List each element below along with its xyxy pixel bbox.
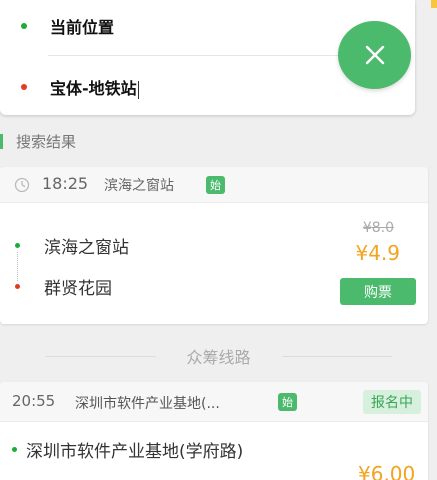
- current-price: ¥4.9: [355, 241, 400, 265]
- departure-time: 18:25: [42, 174, 89, 193]
- crowd-heading-text: 众筹线路: [180, 344, 257, 368]
- from-stop: 滨海之窗站: [44, 238, 129, 258]
- original-price: ¥8.0: [362, 220, 394, 236]
- buy-ticket-button[interactable]: 购票: [340, 278, 416, 305]
- to-stop-dot: [15, 284, 20, 289]
- close-icon: [365, 45, 384, 65]
- route-to-input[interactable]: 宝体-地铁站: [50, 75, 139, 99]
- route-to-text: 宝体-地铁站: [50, 79, 137, 98]
- from-dot: [21, 23, 27, 29]
- clock-icon: [14, 177, 30, 193]
- crowd-card-header: 20:55 深圳市软件产业基地(... 始 报名中: [0, 382, 428, 422]
- crowd-from-dot: [12, 447, 17, 452]
- crowd-departure-station: 深圳市软件产业基地(...: [75, 396, 220, 412]
- route-from-text: 当前位置: [50, 18, 115, 37]
- crowd-departure-time: 20:55: [12, 392, 56, 410]
- result-card-header: 18:25 滨海之窗站 始: [0, 167, 428, 203]
- result-card[interactable]: 18:25 滨海之窗站 始 滨海之窗站 群贤花园 ¥8.0 ¥4.9 购票: [0, 167, 428, 324]
- departure-station: 滨海之窗站: [104, 178, 174, 194]
- text-caret: [137, 80, 139, 99]
- crowd-start-tag: 始: [278, 393, 297, 411]
- scroll-indicator: [431, 0, 437, 8]
- crowd-heading: 众筹线路: [0, 344, 437, 368]
- enroll-status-badge: 报名中: [363, 390, 421, 414]
- stop-connector: [17, 252, 18, 281]
- start-tag: 始: [206, 176, 225, 194]
- to-stop: 群贤花园: [44, 279, 112, 299]
- to-dot: [21, 84, 27, 90]
- crowd-from-stop: 深圳市软件产业基地(学府路): [26, 442, 244, 462]
- crowd-card[interactable]: 20:55 深圳市软件产业基地(... 始 报名中 深圳市软件产业基地(学府路)…: [0, 382, 428, 480]
- close-button[interactable]: [338, 21, 411, 89]
- from-stop-dot: [15, 243, 20, 248]
- section-title: 搜索结果: [16, 133, 77, 151]
- crowd-price: ¥6.00: [358, 462, 416, 480]
- section-accent-bar: [0, 134, 3, 149]
